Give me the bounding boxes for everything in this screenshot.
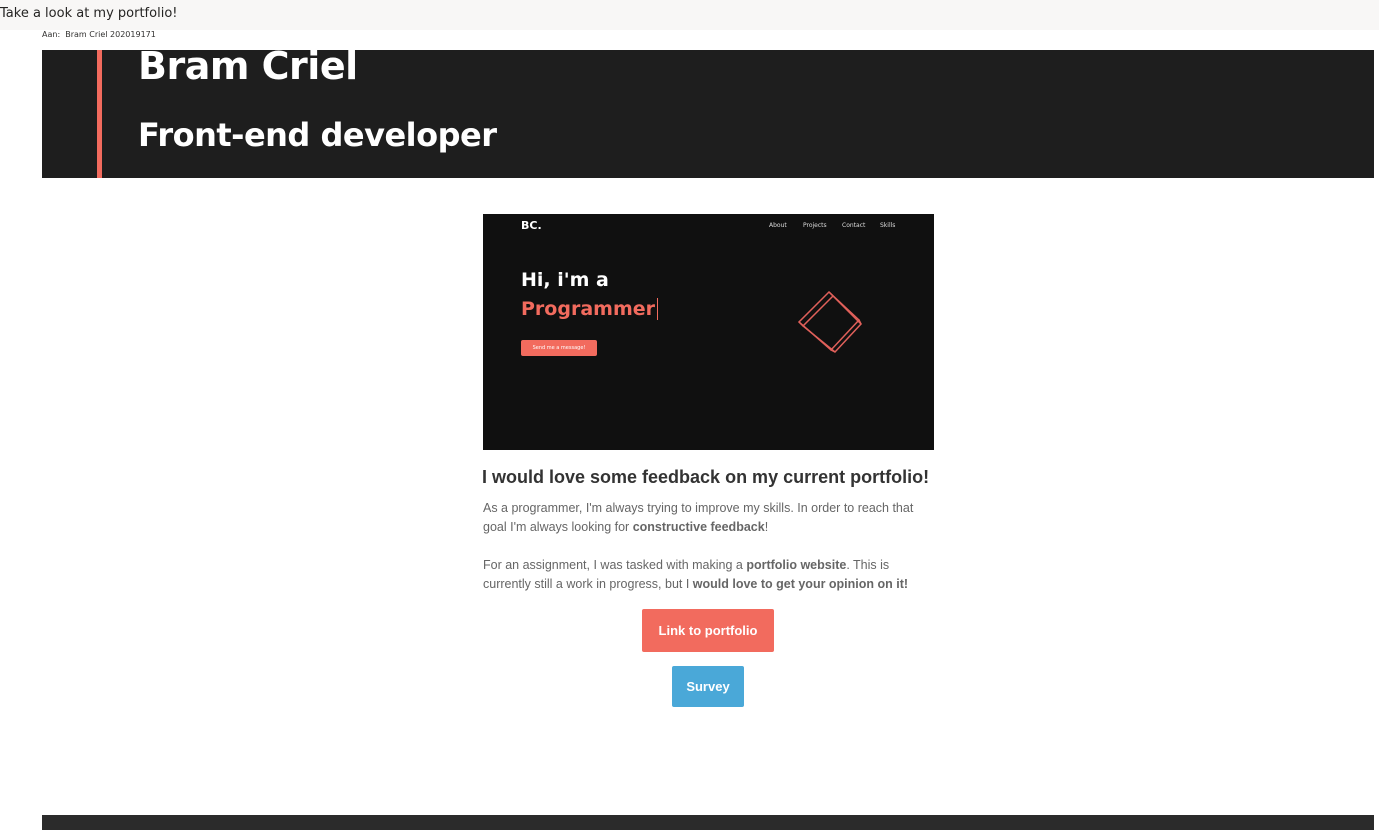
preview-nav-contact: Contact — [842, 222, 866, 229]
email-subject: Take a look at my portfolio! — [0, 6, 178, 21]
preview-role: Programmer — [521, 298, 658, 320]
assignment-emphasis: portfolio website — [746, 558, 847, 572]
assignment-paragraph: For an assignment, I was tasked with mak… — [483, 556, 933, 594]
intro-emphasis: constructive feedback — [632, 520, 765, 534]
header-role: Front-end developer — [138, 116, 497, 154]
survey-button[interactable]: Survey — [672, 666, 744, 707]
recipient-line: Aan: Bram Criel 202019171 — [42, 30, 156, 39]
assignment-text: For an assignment, I was tasked with mak… — [483, 558, 747, 572]
preview-logo: BC. — [521, 219, 542, 232]
email-header-banner: Bram Criel Front-end developer — [42, 44, 1374, 178]
preview-nav-skills: Skills — [880, 222, 896, 229]
feedback-heading: I would love some feedback on my current… — [482, 467, 930, 487]
portfolio-link-button[interactable]: Link to portfolio — [642, 609, 774, 652]
header-name: Bram Criel — [138, 44, 358, 88]
email-subject-bar — [0, 0, 1379, 30]
recipient-label: Aan: — [42, 30, 61, 39]
preview-greeting: Hi, i'm a — [521, 269, 609, 291]
cube-icon — [797, 290, 863, 354]
recipient-name[interactable]: Bram Criel 202019171 — [65, 30, 156, 39]
preview-message-button: Send me a message! — [521, 340, 597, 356]
intro-paragraph: As a programmer, I'm always trying to im… — [483, 499, 933, 537]
preview-nav-about: About — [769, 222, 787, 229]
email-footer-bar — [42, 815, 1374, 830]
assignment-emphasis-2: would love to get your opinion on it! — [692, 577, 909, 591]
intro-end: ! — [764, 520, 769, 534]
portfolio-preview-image: BC. About Projects Contact Skills Hi, i'… — [483, 214, 934, 450]
preview-nav-projects: Projects — [803, 222, 827, 229]
header-accent-bar — [97, 50, 102, 178]
